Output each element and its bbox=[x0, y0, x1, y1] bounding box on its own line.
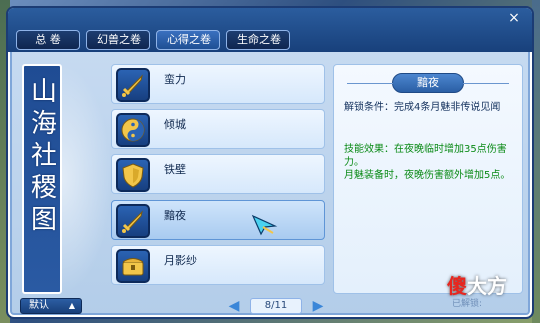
title-banner: 山海社稷图 bbox=[22, 64, 62, 294]
shield-icon bbox=[116, 158, 150, 192]
skill-effect: 技能效果：在夜晚临时增加35点伤害力。 月魅装备时，夜晚伤害额外增加5点。 bbox=[344, 143, 516, 182]
pointer-cursor-icon bbox=[251, 214, 278, 236]
watermark-rest: 大方 bbox=[467, 274, 507, 298]
item-label: 蛮力 bbox=[164, 73, 186, 86]
sword-icon bbox=[116, 68, 150, 102]
tab-life[interactable]: 生命之卷 bbox=[226, 30, 290, 50]
list-item-anye[interactable]: 黯夜 bbox=[111, 200, 325, 240]
list-item-manli[interactable]: 蛮力 bbox=[111, 64, 325, 104]
chevron-up-icon: ▲ bbox=[68, 301, 75, 310]
list-item-tiebi[interactable]: 铁壁 bbox=[111, 154, 325, 194]
effect-line-2: 月魅装备时，夜晚伤害额外增加5点。 bbox=[344, 170, 511, 181]
detail-panel: 黯夜 解锁条件：完成4条月魅非传说见闻 技能效果：在夜晚临时增加35点伤害力。 … bbox=[333, 64, 523, 294]
prev-page-icon[interactable]: ◀ bbox=[226, 298, 242, 314]
tab-total[interactable]: 总 卷 bbox=[16, 30, 80, 50]
chest-icon bbox=[116, 249, 150, 283]
close-icon[interactable]: × bbox=[506, 10, 522, 26]
pager: ◀ 8/11 ▶ bbox=[226, 296, 326, 316]
list-item-yueyingsha[interactable]: 月影纱 bbox=[111, 245, 325, 285]
watermark-red: 傻 bbox=[447, 274, 467, 298]
game-screen: × 总 卷 幻兽之卷 心得之卷 生命之卷 山海社稷图 蛮力 倾城 铁壁 黯夜 月… bbox=[0, 0, 540, 323]
page-indicator: 8/11 bbox=[250, 298, 302, 314]
next-page-icon[interactable]: ▶ bbox=[310, 298, 326, 314]
effect-line-1: 技能效果：在夜晚临时增加35点伤害力。 bbox=[344, 144, 507, 168]
volume-tabs: 总 卷 幻兽之卷 心得之卷 生命之卷 bbox=[16, 30, 290, 50]
sort-default-button[interactable]: 默认 ▲ bbox=[20, 298, 82, 314]
banner-ornament bbox=[62, 64, 112, 294]
item-label: 月影纱 bbox=[164, 254, 197, 267]
item-label: 倾城 bbox=[164, 118, 186, 131]
insight-list: 蛮力 倾城 铁壁 黯夜 月影纱 bbox=[111, 64, 327, 294]
watermark-logo: 傻大方 bbox=[447, 270, 507, 299]
tab-beast[interactable]: 幻兽之卷 bbox=[86, 30, 150, 50]
item-label: 黯夜 bbox=[164, 209, 186, 222]
yin-yang-icon bbox=[116, 113, 150, 147]
sort-default-label: 默认 bbox=[29, 300, 49, 311]
detail-title: 黯夜 bbox=[347, 73, 509, 93]
unlock-condition: 解锁条件：完成4条月魅非传说见闻 bbox=[344, 102, 501, 113]
tab-insight[interactable]: 心得之卷 bbox=[156, 30, 220, 50]
watermark-sub: 已解锁: bbox=[452, 299, 483, 309]
item-label: 铁壁 bbox=[164, 163, 186, 176]
list-item-qingcheng[interactable]: 倾城 bbox=[111, 109, 325, 149]
sword-icon bbox=[116, 204, 150, 238]
banner-title: 山海社稷图 bbox=[30, 77, 57, 235]
